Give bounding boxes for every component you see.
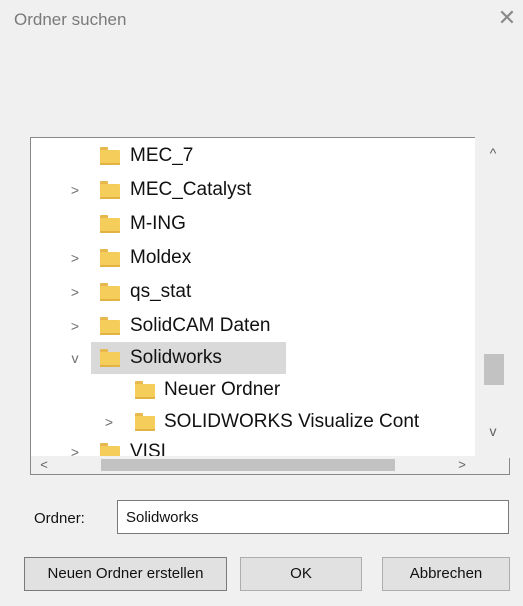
expand-chevron-icon[interactable]: >	[67, 310, 83, 342]
tree-item-label: MEC_7	[130, 145, 194, 166]
tree-item-solidcam-daten[interactable]: > SolidCAM Daten	[31, 310, 491, 342]
tree-item-moldex[interactable]: > Moldex	[31, 242, 491, 274]
tree-item-label: MEC_Catalyst	[130, 179, 252, 200]
folder-tree[interactable]: MEC_7 > MEC_Catalyst M-ING > Moldex > qs…	[30, 137, 510, 475]
expand-chevron-icon[interactable]: >	[67, 242, 83, 274]
folder-icon	[100, 147, 120, 165]
tree-item-mec7[interactable]: MEC_7	[31, 140, 491, 172]
scroll-down-icon[interactable]: v	[476, 423, 510, 443]
tree-item-label: SolidCAM Daten	[130, 315, 271, 336]
folder-name-input[interactable]	[117, 500, 509, 534]
vertical-scrollbar[interactable]: ^ v	[475, 137, 510, 458]
cancel-button[interactable]: Abbrechen	[382, 557, 510, 591]
vertical-scroll-thumb[interactable]	[484, 354, 504, 385]
folder-icon	[100, 215, 120, 233]
horizontal-scroll-thumb[interactable]	[101, 459, 395, 471]
scroll-up-icon[interactable]: ^	[476, 145, 510, 165]
scroll-right-icon[interactable]: >	[453, 456, 471, 474]
folder-icon	[135, 381, 155, 399]
new-folder-button[interactable]: Neuen Ordner erstellen	[24, 557, 227, 591]
folder-icon	[100, 349, 120, 367]
expand-chevron-icon	[101, 374, 117, 406]
tree-item-label: Moldex	[130, 247, 192, 268]
tree-item-mec-catalyst[interactable]: > MEC_Catalyst	[31, 174, 491, 206]
tree-item-label: SOLIDWORKS Visualize Cont	[164, 411, 420, 432]
tree-item-label: Solidworks	[130, 347, 222, 368]
dialog-title: Ordner suchen	[14, 10, 127, 29]
tree-item-m-ing[interactable]: M-ING	[31, 208, 491, 240]
expand-chevron-icon[interactable]: >	[67, 276, 83, 308]
tree-item-label: qs_stat	[130, 281, 192, 302]
expand-chevron-icon	[67, 208, 83, 240]
folder-icon	[100, 181, 120, 199]
tree-item-neuer-ordner[interactable]: Neuer Ordner	[31, 374, 491, 406]
folder-icon	[100, 283, 120, 301]
expand-chevron-icon	[67, 140, 83, 172]
scroll-left-icon[interactable]: <	[35, 456, 53, 474]
tree-item-qs-stat[interactable]: > qs_stat	[31, 276, 491, 308]
horizontal-scrollbar[interactable]: < >	[31, 456, 509, 474]
folder-field-label: Ordner:	[34, 510, 85, 527]
tree-item-solidworks[interactable]: v Solidworks	[31, 342, 491, 374]
expand-chevron-icon[interactable]: >	[67, 174, 83, 206]
folder-icon	[135, 413, 155, 431]
tree-item-label: M-ING	[130, 213, 186, 234]
close-icon[interactable]: ✕	[495, 6, 519, 30]
ok-button[interactable]: OK	[240, 557, 362, 591]
title-bar: Ordner suchen ✕	[0, 0, 523, 40]
folder-icon	[100, 317, 120, 335]
expand-chevron-icon[interactable]: >	[101, 406, 117, 438]
folder-icon	[100, 249, 120, 267]
tree-item-solidworks-visualize[interactable]: > SOLIDWORKS Visualize Cont	[31, 406, 491, 438]
tree-item-label: Neuer Ordner	[164, 379, 281, 400]
collapse-chevron-icon[interactable]: v	[67, 342, 83, 374]
